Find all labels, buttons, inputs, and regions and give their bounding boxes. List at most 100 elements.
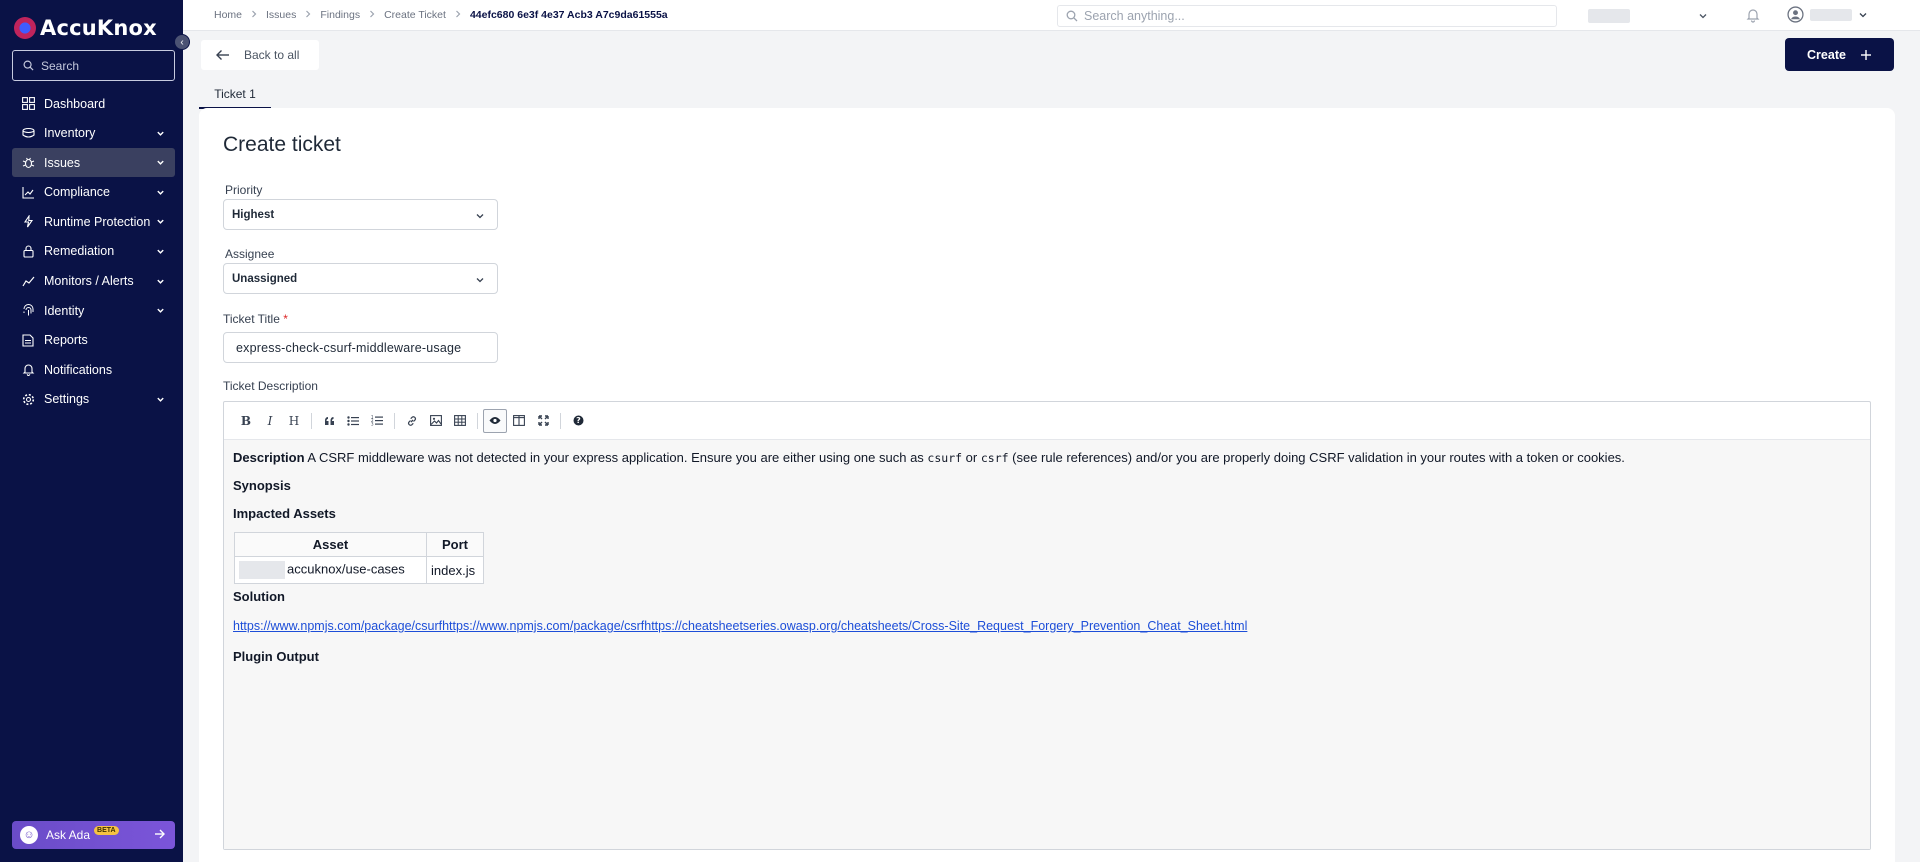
monitor-icon bbox=[21, 274, 35, 288]
tenant-select[interactable] bbox=[1578, 5, 1714, 27]
fingerprint-icon bbox=[21, 304, 35, 318]
accuknox-logo-icon bbox=[14, 17, 36, 39]
priority-label: Priority bbox=[225, 183, 263, 197]
italic-icon[interactable]: I bbox=[258, 409, 282, 433]
chevron-down-icon bbox=[157, 279, 164, 284]
chevron-down-icon bbox=[157, 160, 164, 166]
chevron-down-icon bbox=[157, 220, 164, 225]
logo-text: AccuKnox bbox=[40, 16, 157, 40]
description-text-3: (see rule references) and/or you are pro… bbox=[1008, 450, 1625, 465]
chevron-right-icon bbox=[250, 10, 258, 21]
bold-icon[interactable]: B bbox=[234, 409, 258, 433]
assignee-select[interactable]: Unassigned bbox=[223, 263, 498, 294]
ticket-title-label-text: Ticket Title bbox=[223, 312, 280, 326]
required-mark: * bbox=[283, 312, 288, 326]
remediation-icon bbox=[21, 244, 35, 258]
tab-ticket-1[interactable]: Ticket 1 bbox=[199, 80, 271, 109]
chevron-right-icon bbox=[454, 10, 462, 21]
markdown-editor: B I H 123 ? Description A CSRF middlewar… bbox=[223, 401, 1871, 850]
create-label: Create bbox=[1807, 47, 1846, 62]
sidebar-item-settings[interactable]: Settings bbox=[12, 385, 175, 414]
sidebar-item-label: Remediation bbox=[44, 244, 115, 259]
sidebar-item-issues[interactable]: Issues bbox=[12, 148, 175, 178]
create-ticket-card: Create ticket Priority Highest Assignee … bbox=[199, 108, 1895, 862]
sidebar-item-monitors-alerts[interactable]: Monitors / Alerts bbox=[12, 267, 175, 296]
chevron-down-icon bbox=[157, 397, 164, 402]
ordered-list-icon[interactable]: 123 bbox=[365, 409, 389, 433]
sidebar-item-notifications[interactable]: Notifications bbox=[12, 355, 175, 384]
breadcrumb-item[interactable]: Findings bbox=[320, 9, 360, 21]
code-csurf: csurf bbox=[927, 451, 963, 465]
chevron-down-icon bbox=[1859, 12, 1867, 17]
breadcrumb-item[interactable]: Create Ticket bbox=[384, 9, 446, 21]
link-icon[interactable] bbox=[400, 409, 424, 433]
breadcrumb-item[interactable]: Home bbox=[214, 9, 242, 21]
sidebar-item-reports[interactable]: Reports bbox=[12, 326, 175, 355]
description-text-1: A CSRF middleware was not detected in yo… bbox=[304, 450, 928, 465]
description-heading: Description bbox=[233, 450, 305, 465]
unordered-list-icon[interactable] bbox=[341, 409, 365, 433]
logo[interactable]: AccuKnox bbox=[14, 16, 157, 40]
create-button[interactable]: Create bbox=[1785, 38, 1894, 71]
user-menu[interactable] bbox=[1787, 6, 1868, 23]
page-title: Create ticket bbox=[223, 133, 341, 156]
preview-icon[interactable] bbox=[483, 408, 507, 433]
code-csrf: csrf bbox=[980, 451, 1009, 465]
table-header-asset: Asset bbox=[234, 532, 427, 557]
sidebar-item-identity[interactable]: Identity bbox=[12, 296, 175, 325]
ticket-title-input[interactable] bbox=[223, 332, 498, 363]
impacted-assets-heading: Impacted Assets bbox=[233, 506, 336, 521]
fullscreen-icon[interactable] bbox=[531, 409, 555, 433]
sidebar-search-input[interactable] bbox=[41, 58, 171, 73]
sidebar-item-label: Dashboard bbox=[44, 96, 106, 111]
compliance-icon bbox=[21, 185, 35, 199]
editor-preview[interactable]: Description A CSRF middleware was not de… bbox=[224, 440, 1870, 849]
chevron-down-icon bbox=[1699, 14, 1707, 19]
quote-icon[interactable] bbox=[317, 409, 341, 433]
description-text-2: or bbox=[962, 450, 981, 465]
back-to-all-button[interactable]: Back to all bbox=[201, 40, 319, 70]
sidebar-item-compliance[interactable]: Compliance bbox=[12, 178, 175, 207]
help-icon[interactable]: ? bbox=[566, 409, 590, 433]
table-icon[interactable] bbox=[448, 409, 472, 433]
image-icon[interactable] bbox=[424, 409, 448, 433]
breadcrumb-item[interactable]: Issues bbox=[266, 9, 296, 21]
toolbar-divider bbox=[477, 412, 478, 429]
notifications-bell-icon[interactable] bbox=[1745, 7, 1761, 28]
sidebar-collapse-button[interactable]: ‹ bbox=[174, 34, 190, 50]
ticket-title-label: Ticket Title * bbox=[223, 312, 288, 326]
tenant-name-placeholder bbox=[1588, 9, 1630, 23]
sidebar-item-inventory[interactable]: Inventory bbox=[12, 119, 175, 148]
solution-link[interactable]: https://www.npmjs.com/package/csurfhttps… bbox=[233, 619, 1247, 633]
global-search bbox=[1057, 5, 1557, 27]
topbar: Home Issues Findings Create Ticket 44efc680 … bbox=[183, 0, 1920, 31]
sidebar-item-remediation[interactable]: Remediation bbox=[12, 237, 175, 266]
side-by-side-icon[interactable] bbox=[507, 409, 531, 433]
sidebar-item-dashboard[interactable]: Dashboard bbox=[12, 89, 175, 118]
heading-icon[interactable]: H bbox=[282, 409, 306, 433]
bug-icon bbox=[21, 156, 35, 170]
dashboard-icon bbox=[21, 97, 35, 111]
chevron-down-icon bbox=[157, 308, 164, 314]
bell-icon bbox=[21, 363, 35, 377]
chevron-right-icon bbox=[304, 10, 312, 21]
asset-prefix-placeholder bbox=[239, 561, 285, 579]
editor-toolbar: B I H 123 ? bbox=[224, 402, 1870, 440]
table-row: accuknox/use-cases index.js bbox=[234, 556, 484, 584]
user-name-placeholder bbox=[1810, 8, 1852, 21]
sidebar-search bbox=[12, 50, 175, 81]
ask-ada-button[interactable]: ☺ Ask Ada BETA bbox=[12, 821, 175, 849]
sidebar-item-label: Compliance bbox=[44, 185, 111, 200]
ticket-description-label: Ticket Description bbox=[223, 379, 318, 393]
assignee-value: Unassigned bbox=[232, 272, 298, 285]
beta-badge: BETA bbox=[94, 825, 119, 835]
breadcrumb: Home Issues Findings Create Ticket 44efc680 … bbox=[214, 9, 668, 21]
inventory-icon bbox=[21, 126, 35, 140]
toolbar-divider bbox=[394, 412, 395, 429]
synopsis-heading: Synopsis bbox=[233, 478, 291, 493]
global-search-input[interactable] bbox=[1084, 9, 1544, 23]
svg-text:3: 3 bbox=[371, 422, 374, 427]
solution-heading: Solution bbox=[233, 589, 285, 604]
priority-select[interactable]: Highest bbox=[223, 199, 498, 230]
sidebar-item-runtime-protection[interactable]: Runtime Protection bbox=[12, 207, 175, 236]
